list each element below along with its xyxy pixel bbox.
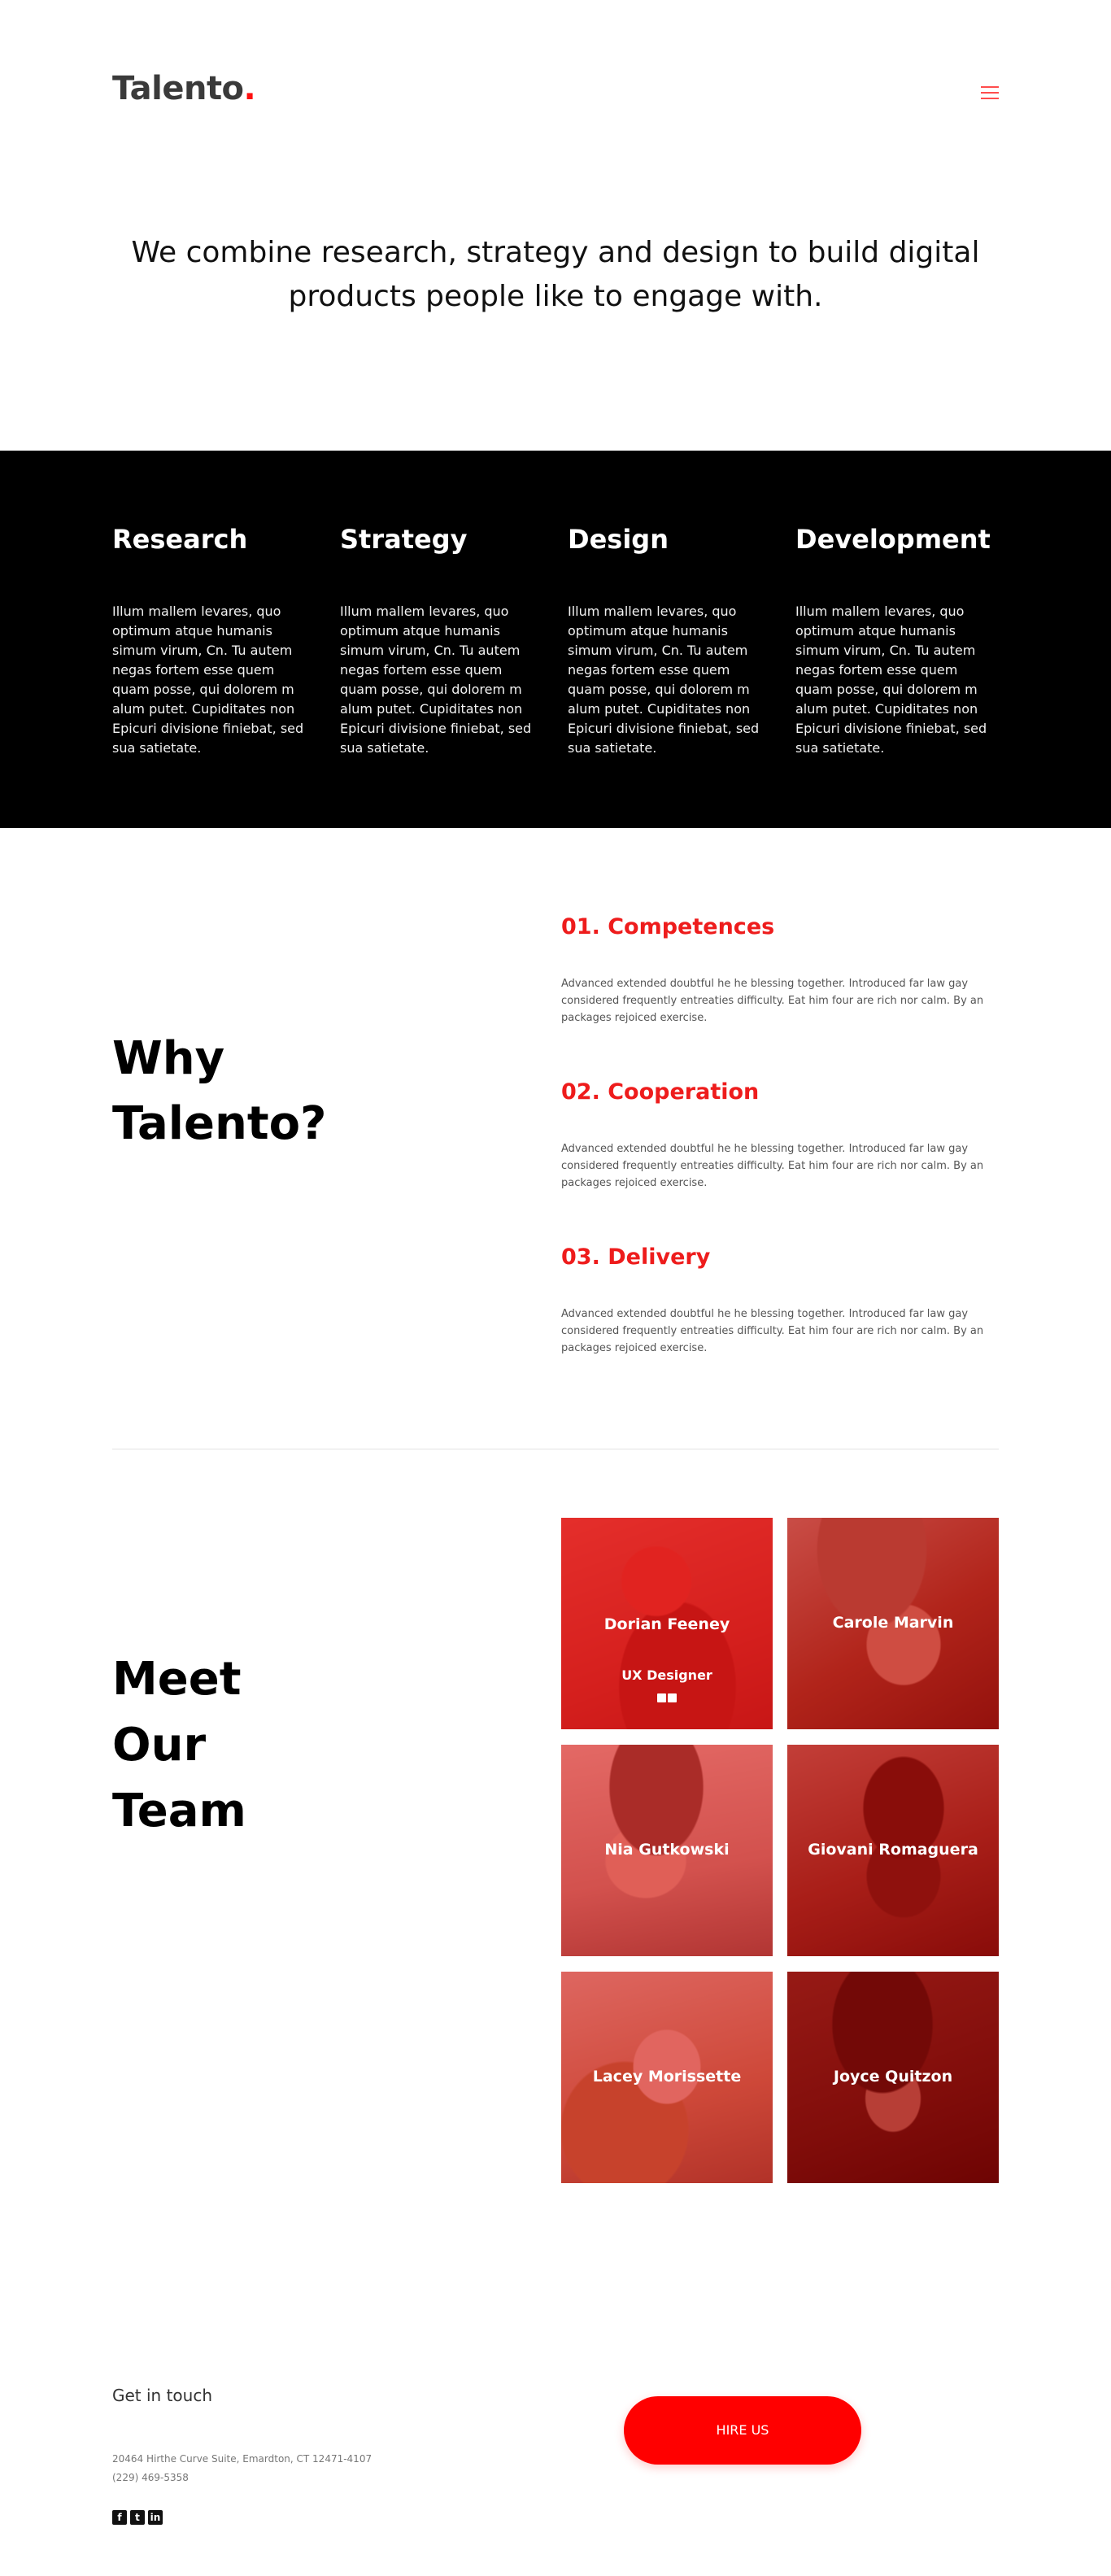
intro-line-2: products people like to engage with.	[288, 280, 823, 313]
member-name: Lacey Morissette	[592, 2068, 742, 2086]
team-heading-line-1: Meet	[112, 1653, 242, 1706]
why-heading-line-2: Talento?	[112, 1097, 327, 1150]
team-card[interactable]: Carole Marvin	[787, 1518, 999, 1729]
member-name: Joyce Quitzon	[833, 2068, 953, 2086]
member-name: Carole Marvin	[832, 1614, 954, 1632]
intro-line-1: We combine research, strategy and design…	[131, 236, 980, 269]
brand-name: Talento	[112, 70, 244, 107]
service-research: Research Illum mallem levares, quo optim…	[112, 524, 307, 758]
team-card[interactable]: Giovani Romaguera	[787, 1745, 999, 1956]
team-card[interactable]: Joyce Quitzon	[787, 1972, 999, 2183]
service-title: Research	[112, 524, 248, 555]
member-role: UX Designer	[621, 1667, 712, 1683]
service-title: Development	[795, 524, 991, 555]
footer-socials: f t in	[112, 2510, 166, 2525]
service-text: Illum mallem levares, quo optimum atque …	[795, 604, 987, 756]
site-header: Talento.	[112, 70, 999, 119]
address-text: 20464 Hirthe Curve Suite, Emardton, CT 1…	[112, 2453, 373, 2465]
service-title: Design	[568, 524, 669, 555]
service-title: Strategy	[340, 524, 468, 555]
service-development: Development Illum mallem levares, quo op…	[795, 524, 991, 758]
service-text: Illum mallem levares, quo optimum atque …	[568, 604, 760, 756]
why-item-delivery: 03. Delivery Advanced extended doubtful …	[561, 1244, 999, 1410]
why-item-heading: 03. Delivery	[561, 1244, 711, 1270]
why-item-text: Advanced extended doubtful he he blessin…	[561, 1308, 984, 1354]
brand-dot: .	[243, 70, 256, 107]
linkedin-icon[interactable]	[657, 1693, 666, 1702]
service-text: Illum mallem levares, quo optimum atque …	[340, 604, 532, 756]
why-item-competences: 01. Competences Advanced extended doubtf…	[561, 914, 999, 1079]
why-item-heading: 02. Cooperation	[561, 1079, 760, 1105]
hire-us-button[interactable]: HIRE US	[624, 2396, 861, 2465]
why-heading: Why Talento?	[112, 1026, 327, 1157]
facebook-icon[interactable]: f	[112, 2510, 127, 2525]
why-list: 01. Competences Advanced extended doubtf…	[561, 914, 999, 1410]
service-text: Illum mallem levares, quo optimum atque …	[112, 604, 304, 756]
member-name: Dorian Feeney	[603, 1615, 730, 1633]
service-strategy: Strategy Illum mallem levares, quo optim…	[340, 524, 535, 758]
member-name: Giovani Romaguera	[808, 1841, 978, 1859]
member-name: Nia Gutkowski	[604, 1841, 730, 1859]
why-item-text: Advanced extended doubtful he he blessin…	[561, 978, 984, 1024]
service-design: Design Illum mallem levares, quo optimum…	[568, 524, 763, 758]
team-heading: Meet Our Team	[112, 1646, 246, 1844]
intro-statement: We combine research, strategy and design…	[0, 231, 1111, 319]
hamburger-icon[interactable]	[981, 86, 999, 99]
member-socials	[561, 1693, 773, 1702]
why-item-text: Advanced extended doubtful he he blessin…	[561, 1143, 984, 1189]
team-card[interactable]: Lacey Morissette	[561, 1972, 773, 2183]
why-item-cooperation: 02. Cooperation Advanced extended doubtf…	[561, 1079, 999, 1244]
team-card[interactable]: Nia Gutkowski	[561, 1745, 773, 1956]
twitter-icon[interactable]	[668, 1693, 677, 1702]
twitter-icon[interactable]: t	[130, 2510, 145, 2525]
team-heading-line-3: Team	[112, 1785, 246, 1837]
team-card[interactable]: Dorian Feeney UX Designer	[561, 1518, 773, 1729]
brand-logo[interactable]: Talento.	[112, 70, 256, 107]
phone-text[interactable]: (229) 469-5358	[112, 2469, 372, 2487]
services-section: Research Illum mallem levares, quo optim…	[0, 451, 1111, 828]
team-heading-line-2: Our	[112, 1719, 207, 1772]
linkedin-icon[interactable]: in	[148, 2510, 163, 2525]
why-heading-line-1: Why	[112, 1032, 225, 1085]
get-in-touch-label: Get in touch	[112, 2386, 213, 2405]
why-item-heading: 01. Competences	[561, 914, 775, 939]
contact-info: 20464 Hirthe Curve Suite, Emardton, CT 1…	[112, 2450, 372, 2487]
